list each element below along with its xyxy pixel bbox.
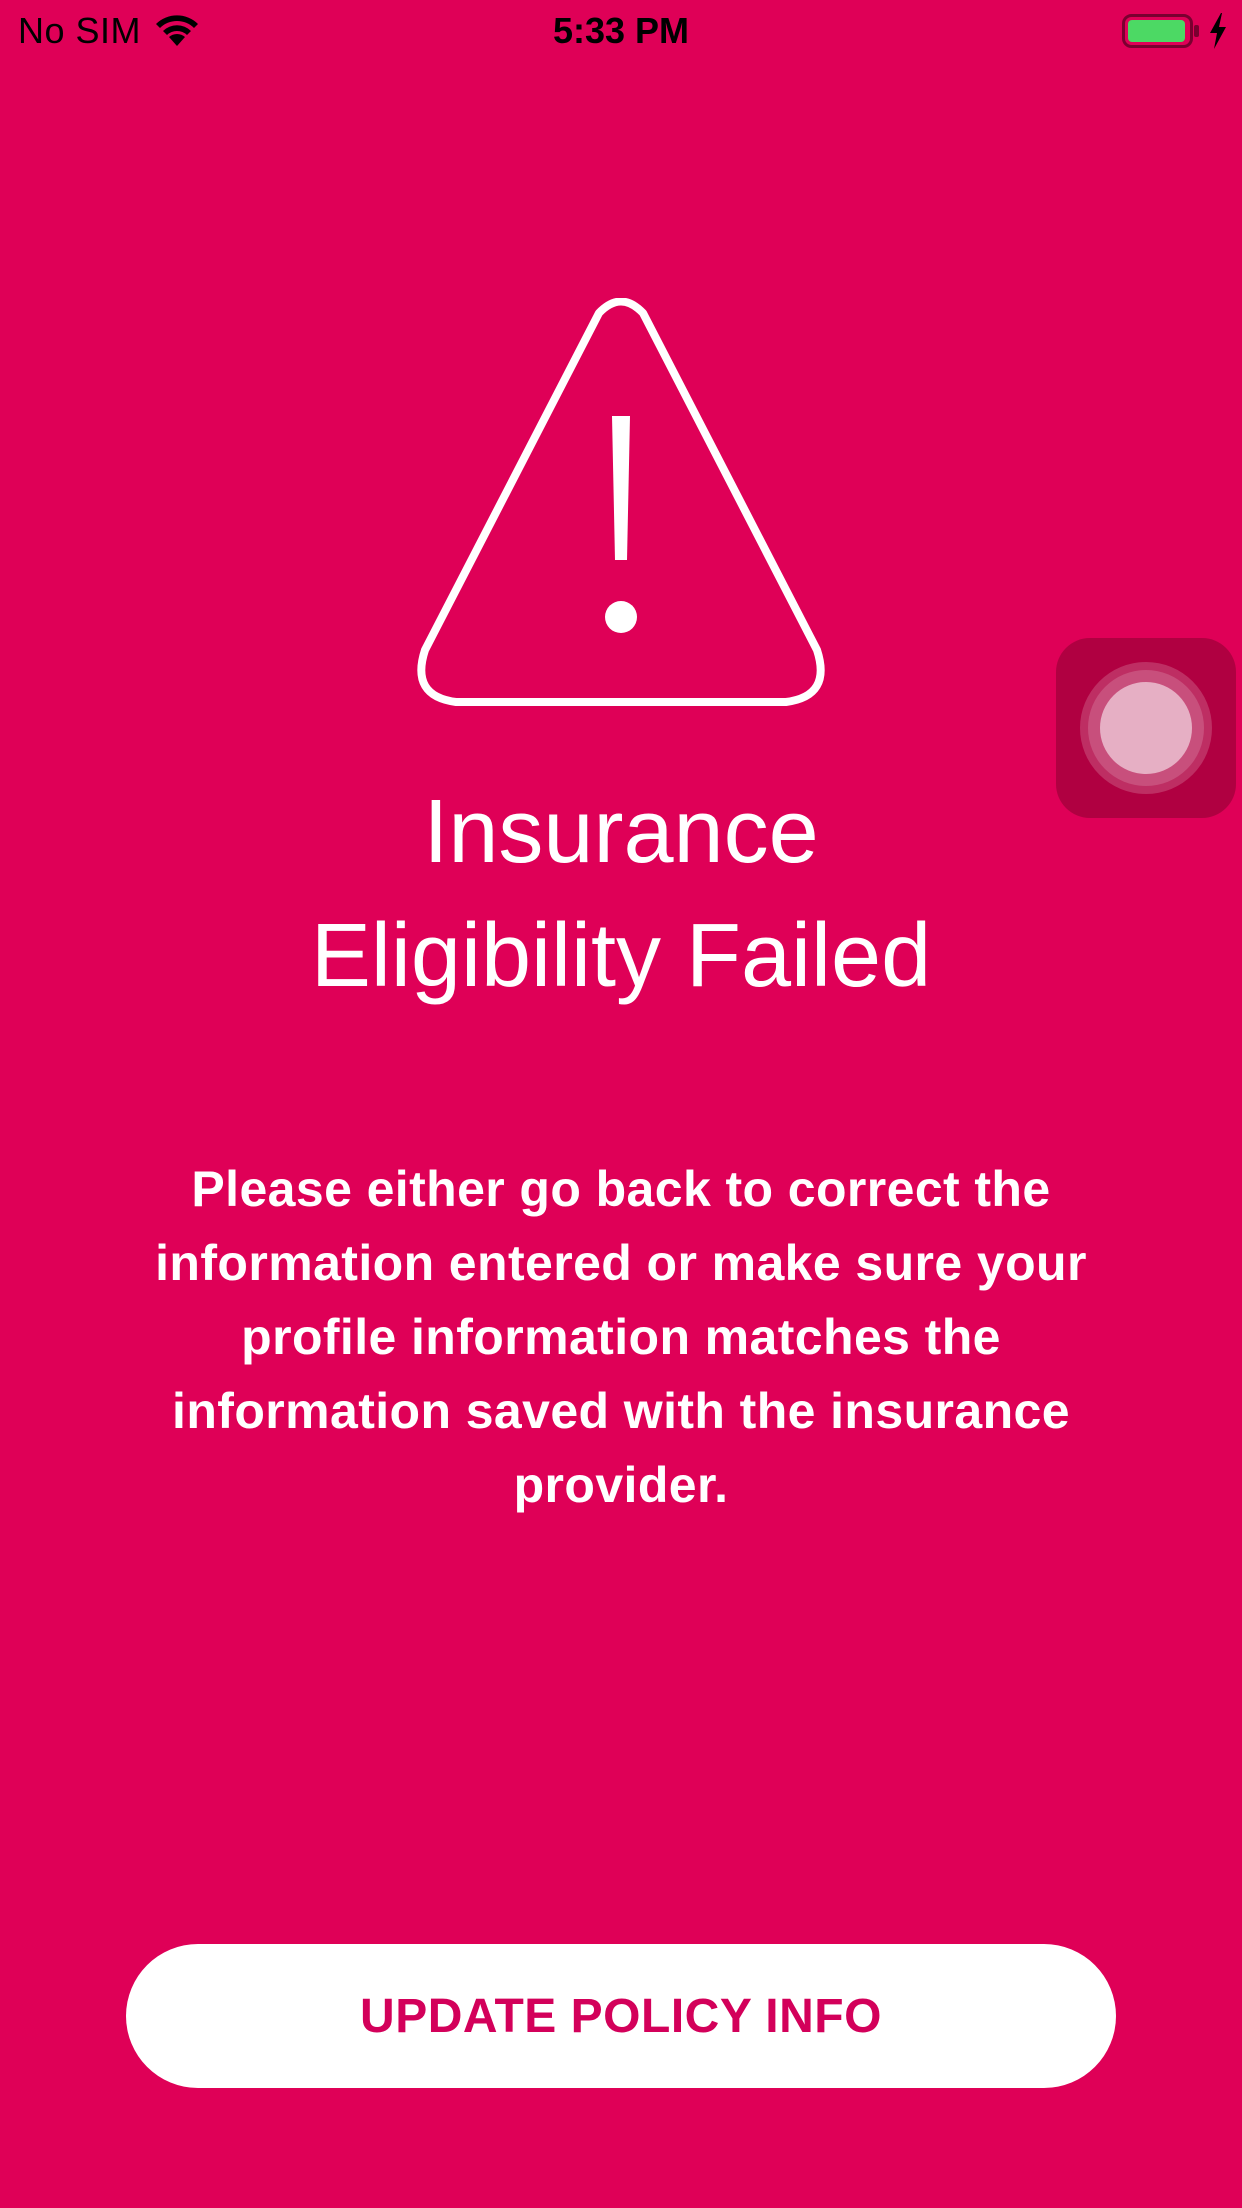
lightning-bolt-icon [1210,13,1226,49]
status-time: 5:33 PM [552,10,690,51]
update-policy-info-button[interactable]: UPDATE POLICY INFO [126,1944,1116,2088]
status-bar: No SIM 5:33 PM [0,0,1242,62]
page-title: Insurance Eligibility Failed [0,770,1242,1018]
assistive-touch-icon [1100,682,1192,774]
assistive-touch-button[interactable] [1056,638,1236,818]
title-line-2: Eligibility Failed [310,906,932,1006]
warning-triangle-icon [417,298,825,706]
battery-charging-icon [1122,14,1199,48]
screen: No SIM 5:33 PM Insurance Eligibility Fai… [0,0,1242,2208]
error-message: Please either go back to correct the inf… [155,1161,1087,1513]
